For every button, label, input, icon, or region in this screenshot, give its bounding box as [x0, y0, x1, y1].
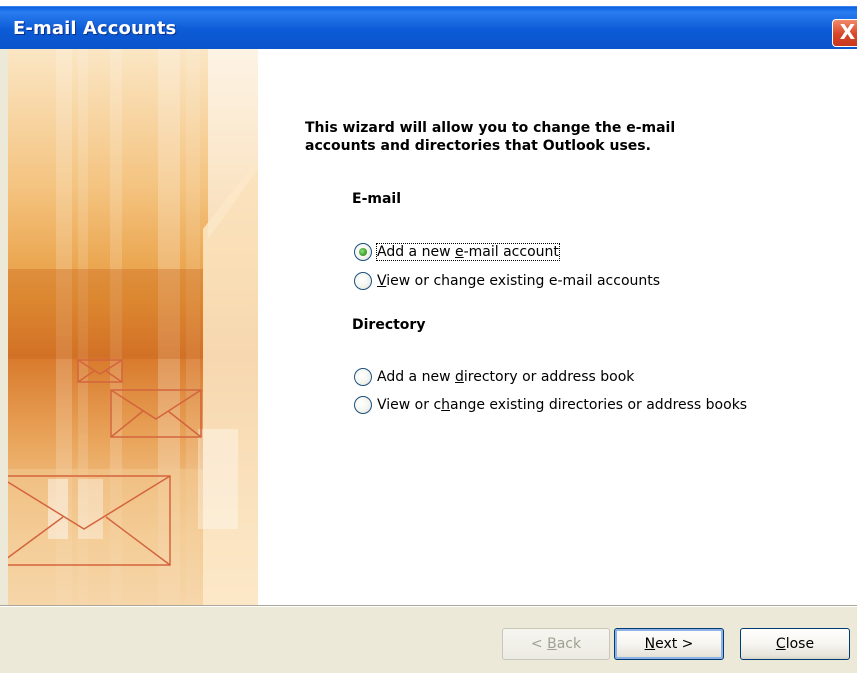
wizard-banner: [8, 49, 258, 606]
email-accounts-dialog: E-mail Accounts X This wizard will allow…: [0, 0, 857, 673]
radio-label: Add a new e-mail account: [376, 243, 560, 261]
title-bar: E-mail Accounts X: [0, 6, 857, 49]
radio-view-change-email-accounts[interactable]: View or change existing e-mail accounts: [354, 271, 660, 291]
next-button-label: Next >: [644, 636, 694, 652]
radio-unchecked-icon[interactable]: [354, 272, 372, 290]
close-button-label: Close: [775, 636, 815, 652]
radio-unchecked-icon[interactable]: [354, 368, 372, 386]
close-glyph: X: [839, 20, 856, 44]
intro-line-2: accounts and directories that Outlook us…: [305, 138, 651, 154]
radio-label: Add a new directory or address book: [377, 369, 635, 385]
intro-line-1: This wizard will allow you to change the…: [305, 120, 676, 136]
close-icon[interactable]: X: [832, 19, 857, 47]
intro-text: This wizard will allow you to change the…: [305, 119, 765, 155]
radio-add-directory[interactable]: Add a new directory or address book: [354, 367, 634, 387]
next-button[interactable]: Next >: [614, 628, 724, 660]
radio-label: View or change existing e-mail accounts: [377, 273, 661, 289]
close-button[interactable]: Close: [740, 628, 850, 660]
radio-checked-icon[interactable]: [354, 243, 372, 261]
envelope-banner-art: [8, 49, 258, 606]
back-button[interactable]: < Back: [502, 628, 610, 660]
back-button-label: < Back: [530, 636, 582, 652]
radio-add-email-account[interactable]: Add a new e-mail account: [354, 242, 560, 262]
radio-view-change-directories[interactable]: View or change existing directories or a…: [354, 395, 747, 415]
button-bar: [0, 607, 857, 673]
directory-section-heading: Directory: [352, 317, 426, 333]
radio-unchecked-icon[interactable]: [354, 396, 372, 414]
window-title: E-mail Accounts: [13, 18, 177, 39]
wizard-content: This wizard will allow you to change the…: [258, 49, 857, 606]
dialog-left-border: [0, 49, 8, 606]
radio-label: View or change existing directories or a…: [377, 397, 748, 413]
email-section-heading: E-mail: [352, 191, 402, 207]
